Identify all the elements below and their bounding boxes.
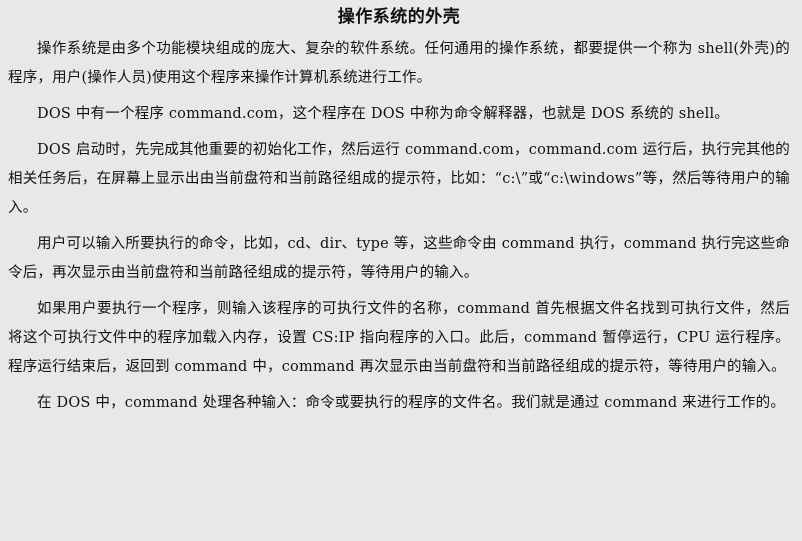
paragraph-command-com: DOS 中有一个程序 command.com，这个程序在 DOS 中称为命令解释… — [37, 106, 730, 122]
paragraph-user-commands: 用户可以输入所要执行的命令，比如，cd、dir、type 等，这些命令由 com… — [8, 236, 790, 281]
document-page: 操作系统的外壳 操作系统是由多个功能模块组成的庞大、复杂的软件系统。任何通用的操… — [0, 0, 802, 541]
paragraph-run-program: 如果用户要执行一个程序，则输入该程序的可执行文件的名称，command 首先根据… — [8, 301, 790, 375]
paragraph-shell-definition: 操作系统是由多个功能模块组成的庞大、复杂的软件系统。任何通用的操作系统，都要提供… — [8, 41, 790, 86]
paragraph-summary: 在 DOS 中，command 处理各种输入：命令或要执行的程序的文件名。我们就… — [37, 395, 786, 411]
paragraph-dos-startup: DOS 启动时，先完成其他重要的初始化工作，然后运行 command.com，c… — [8, 142, 790, 216]
document-title: 操作系统的外壳 — [337, 7, 461, 27]
